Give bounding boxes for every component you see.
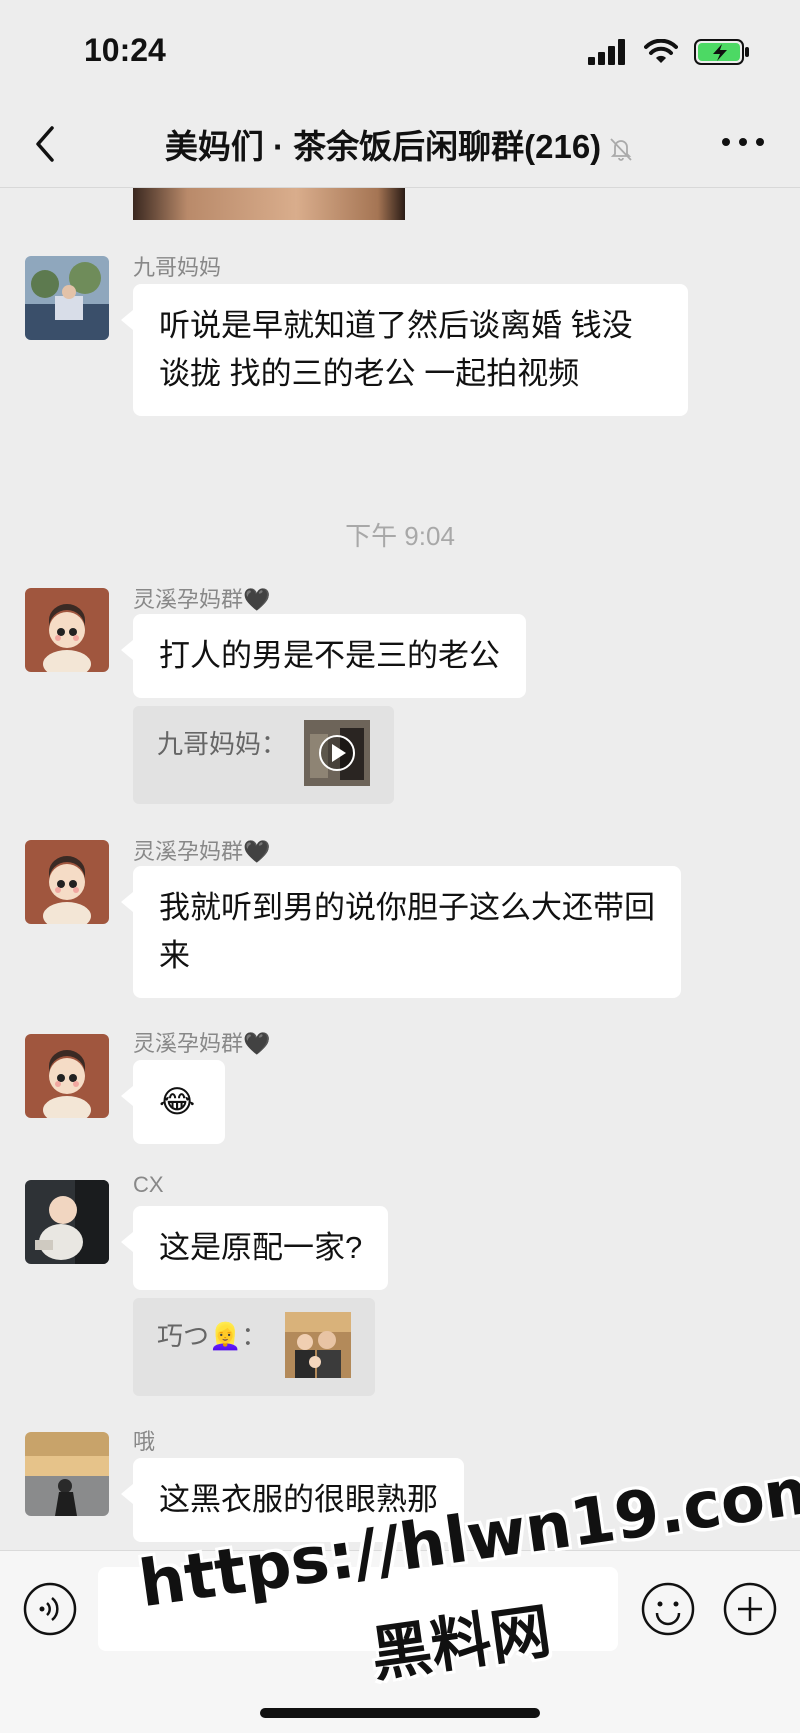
mute-bell-icon: [610, 138, 632, 162]
emoji-icon[interactable]: [640, 1581, 696, 1637]
quoted-message[interactable]: 巧つ👱‍♀️：: [133, 1298, 375, 1396]
image-thumbnail: [284, 1312, 351, 1378]
video-thumbnail: [304, 720, 371, 786]
quoted-message[interactable]: 九哥妈妈：: [133, 706, 395, 804]
status-time: 10:24: [84, 32, 166, 68]
status-bar: 10:24: [0, 0, 800, 100]
chat-title-wrap: 美妈们 · 茶余饭后闲聊群(216): [0, 120, 800, 168]
avatar[interactable]: [25, 1034, 109, 1118]
emoji-message-bubble[interactable]: 😂: [121, 1060, 225, 1144]
sender-name: 灵溪孕妈群🖤: [133, 839, 271, 864]
input-bar: [0, 1550, 800, 1733]
sender-name: 九哥妈妈: [133, 255, 222, 280]
avatar-image: [25, 1034, 109, 1118]
chat-title: 美妈们 · 茶余饭后闲聊群(216): [164, 128, 602, 165]
signal-icon: [588, 39, 625, 65]
message-bubble[interactable]: 这黑衣服的很眼熟那: [121, 1458, 464, 1542]
avatar[interactable]: [25, 1180, 109, 1264]
home-indicator: [260, 1708, 540, 1718]
voice-input-icon[interactable]: [22, 1581, 78, 1637]
sender-name: 灵溪孕妈群🖤: [133, 587, 271, 612]
quoted-image-thumbnail[interactable]: [284, 1312, 351, 1378]
avatar[interactable]: [25, 256, 109, 340]
plus-icon[interactable]: [722, 1581, 778, 1637]
wifi-icon: [644, 39, 678, 63]
chat-messages[interactable]: 九哥妈妈 听说是早就知道了然后谈离婚 钱没谈拢 找的三的老公 一起拍视频 下午 …: [0, 188, 800, 1550]
avatar-image: [25, 256, 109, 340]
avatar[interactable]: [25, 840, 109, 924]
more-icon[interactable]: [720, 130, 766, 154]
sender-name: CX: [133, 1172, 164, 1197]
laughing-emoji: 😂: [159, 1084, 196, 1120]
battery-charging-icon: [694, 39, 749, 65]
message-bubble[interactable]: 听说是早就知道了然后谈离婚 钱没谈拢 找的三的老公 一起拍视频: [121, 284, 688, 416]
timestamp: 下午 9:04: [345, 521, 455, 551]
message-bubble[interactable]: 我就听到男的说你胆子这么大还带回来: [121, 866, 681, 998]
message-input[interactable]: [98, 1567, 618, 1651]
quoted-video-thumbnail[interactable]: [304, 720, 371, 786]
avatar[interactable]: [25, 588, 109, 672]
status-icons: [588, 38, 750, 66]
avatar-image: [25, 840, 109, 924]
avatar-image: [25, 1432, 109, 1516]
avatar[interactable]: [25, 1432, 109, 1516]
message-bubble[interactable]: 打人的男是不是三的老公: [121, 614, 526, 698]
previous-image-message[interactable]: [133, 188, 405, 220]
quote-label: 巧つ👱‍♀️：: [157, 1322, 268, 1352]
chat-header: 美妈们 · 茶余饭后闲聊群(216): [0, 100, 800, 188]
sender-name: 哦: [133, 1429, 156, 1454]
sender-name: 灵溪孕妈群🖤: [133, 1031, 271, 1056]
message-bubble[interactable]: 这是原配一家?: [120, 1206, 389, 1290]
avatar-image: [25, 588, 109, 672]
quote-label: 九哥妈妈：: [157, 729, 288, 759]
avatar-image: [25, 1180, 109, 1264]
